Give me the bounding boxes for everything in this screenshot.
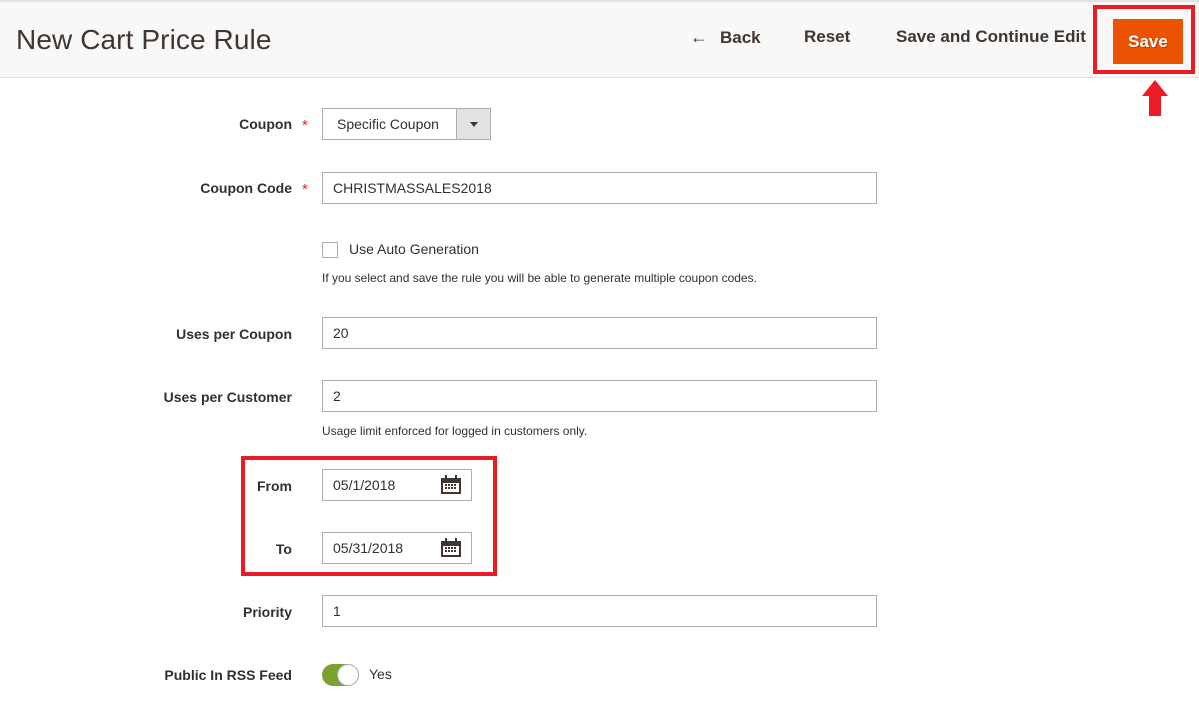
from-date-field[interactable] <box>322 469 472 501</box>
arrow-left-icon: ← <box>690 27 708 47</box>
uses-per-customer-input[interactable] <box>322 380 877 412</box>
coupon-code-label: Coupon Code <box>200 180 292 196</box>
priority-input[interactable] <box>322 595 877 627</box>
to-date-input[interactable] <box>323 533 433 563</box>
uses-per-coupon-input[interactable] <box>322 317 877 349</box>
back-button[interactable]: ← Back <box>690 27 761 48</box>
use-auto-generation-label[interactable]: Use Auto Generation <box>349 241 479 257</box>
rss-feed-label: Public In RSS Feed <box>164 667 292 683</box>
to-label: To <box>275 541 292 557</box>
from-label: From <box>257 478 292 494</box>
required-marker: * <box>302 117 308 134</box>
annotation-arrow-icon <box>1142 80 1168 116</box>
reset-button[interactable]: Reset <box>804 27 850 47</box>
coupon-code-input[interactable] <box>322 172 877 204</box>
toggle-knob <box>337 664 359 686</box>
coupon-select-value: Specific Coupon <box>337 116 439 132</box>
uses-per-customer-label: Uses per Customer <box>163 389 292 405</box>
coupon-label: Coupon <box>239 116 292 132</box>
from-date-input[interactable] <box>323 470 433 500</box>
use-auto-generation-checkbox[interactable] <box>322 242 338 258</box>
page-header: New Cart Price Rule ← Back Reset Save an… <box>0 2 1199 78</box>
required-marker: * <box>302 181 308 198</box>
chevron-down-icon[interactable] <box>456 109 490 139</box>
save-button[interactable]: Save <box>1113 19 1183 64</box>
uses-per-coupon-label: Uses per Coupon <box>176 326 292 342</box>
priority-label: Priority <box>242 604 292 620</box>
rss-feed-state-label: Yes <box>369 666 392 682</box>
rss-feed-toggle[interactable] <box>322 664 359 686</box>
auto-generation-note: If you select and save the rule you will… <box>322 271 757 285</box>
coupon-select[interactable]: Specific Coupon <box>322 108 491 140</box>
save-and-continue-button[interactable]: Save and Continue Edit <box>896 27 1086 47</box>
calendar-icon[interactable] <box>440 538 462 558</box>
to-date-field[interactable] <box>322 532 472 564</box>
back-label: Back <box>720 27 761 47</box>
calendar-icon[interactable] <box>440 475 462 495</box>
page-title: New Cart Price Rule <box>16 24 272 55</box>
uses-per-customer-note: Usage limit enforced for logged in custo… <box>322 424 588 438</box>
